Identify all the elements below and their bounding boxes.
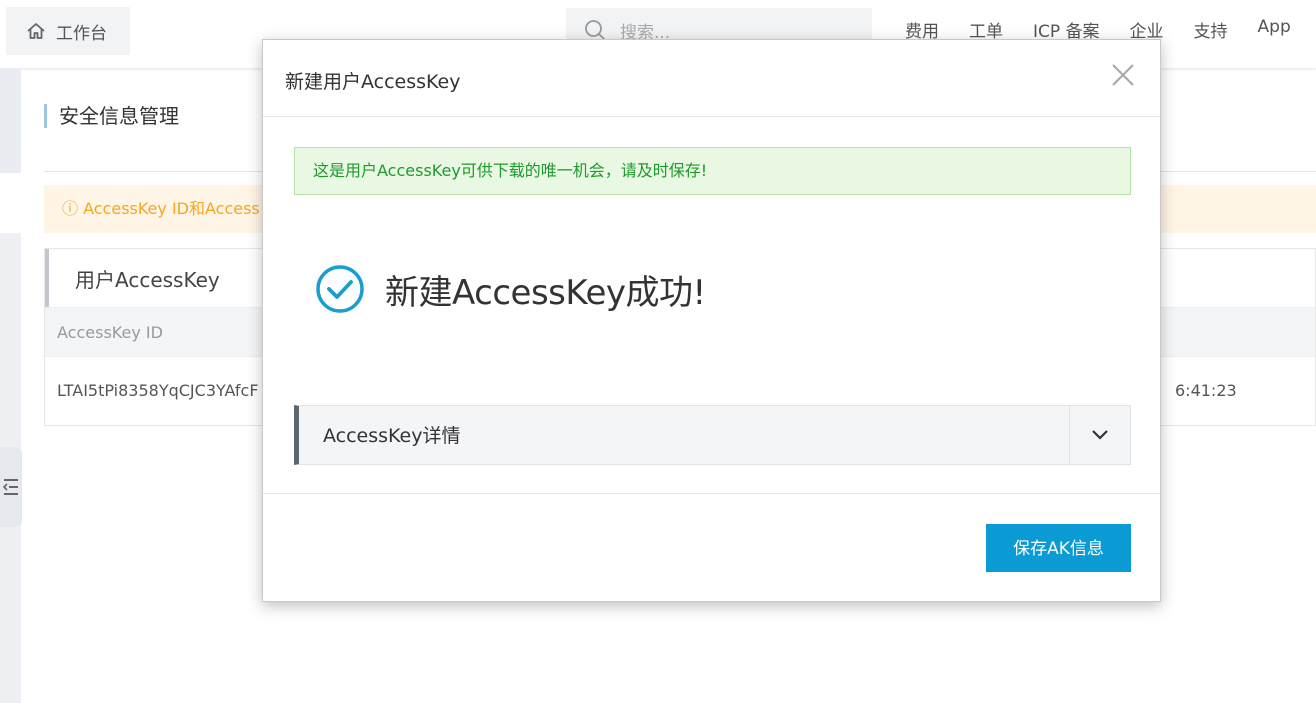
close-icon	[1112, 64, 1134, 86]
accesskey-details-toggle[interactable]: AccessKey详情	[294, 405, 1131, 465]
create-accesskey-dialog: 新建用户AccessKey 这是用户AccessKey可供下载的唯一机会，请及时…	[262, 39, 1161, 602]
left-sidebar	[0, 68, 21, 703]
dialog-close-button[interactable]	[1110, 62, 1136, 88]
dialog-header: 新建用户AccessKey	[263, 40, 1160, 117]
sidebar-collapse-toggle[interactable]	[0, 447, 22, 527]
download-notice: 这是用户AccessKey可供下载的唯一机会，请及时保存!	[294, 147, 1131, 195]
expand-details-button[interactable]	[1069, 406, 1130, 464]
dialog-title: 新建用户AccessKey	[285, 71, 461, 93]
success-text: 新建AccessKey成功!	[385, 272, 706, 313]
accesskey-id-cell: LTAI5tPi8358YqCJC3YAfcF	[57, 381, 259, 400]
success-message: 新建AccessKey成功!	[315, 264, 706, 314]
collapse-icon	[3, 479, 18, 495]
details-label: AccessKey详情	[323, 425, 461, 447]
workbench-button[interactable]: 工作台	[6, 7, 130, 55]
divider	[263, 493, 1160, 494]
nav-support[interactable]: 支持	[1194, 17, 1228, 42]
created-time-cell: 6:41:23	[1175, 381, 1237, 400]
sidebar-block	[0, 68, 21, 173]
nav-app[interactable]: App	[1258, 17, 1291, 42]
workbench-label: 工作台	[56, 23, 107, 44]
save-ak-info-button[interactable]: 保存AK信息	[986, 524, 1131, 572]
chevron-down-icon	[1092, 430, 1108, 440]
search-icon	[585, 20, 606, 41]
page-title: 安全信息管理	[44, 104, 179, 128]
check-circle-icon	[316, 265, 364, 313]
home-icon	[27, 23, 45, 39]
